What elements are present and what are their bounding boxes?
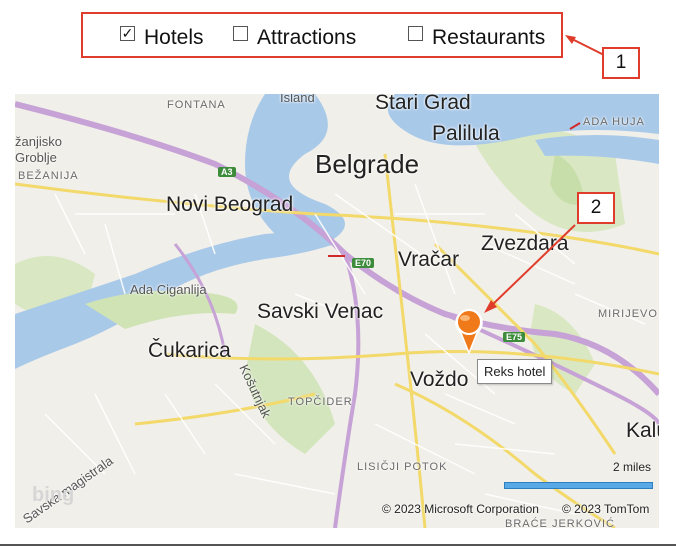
callout-2-label: 2	[590, 197, 602, 218]
callout-2: 2	[577, 192, 615, 224]
divider	[0, 544, 676, 546]
annotation-arrow-2	[484, 224, 576, 313]
